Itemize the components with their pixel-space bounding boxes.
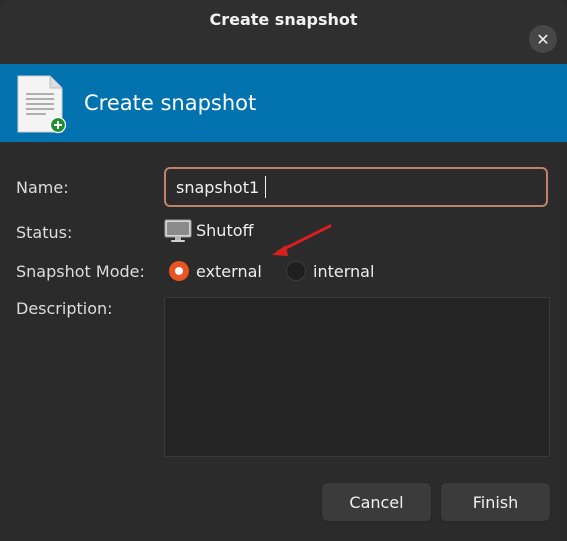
status-label: Status: — [16, 223, 73, 242]
mode-external-label[interactable]: external — [196, 262, 262, 281]
description-textarea[interactable] — [164, 297, 550, 457]
status-value: Shutoff — [196, 221, 254, 240]
snapshot-mode-label: Snapshot Mode: — [16, 262, 145, 281]
name-field[interactable] — [164, 167, 548, 207]
banner-title: Create snapshot — [84, 91, 257, 115]
dialog-content: Name: Status: Shutoff Snapshot Mode: ext… — [0, 142, 567, 541]
finish-button[interactable]: Finish — [440, 482, 551, 522]
monitor-icon — [164, 219, 192, 242]
mode-internal-label[interactable]: internal — [313, 262, 374, 281]
window-title: Create snapshot — [209, 10, 358, 29]
description-label: Description: — [16, 299, 113, 318]
cancel-button[interactable]: Cancel — [321, 482, 432, 522]
annotation-arrow-icon — [272, 224, 332, 256]
close-icon: ✕ — [536, 29, 550, 49]
title-bar: Create snapshot ✕ — [0, 0, 567, 64]
mode-internal-radio[interactable] — [286, 261, 306, 281]
name-label: Name: — [16, 178, 69, 197]
header-banner: Create snapshot — [0, 64, 567, 142]
close-button[interactable]: ✕ — [529, 25, 557, 53]
mode-external-radio[interactable] — [169, 261, 189, 281]
create-snapshot-dialog: Create snapshot ✕ Create snapshot Name: … — [0, 0, 567, 541]
text-caret — [265, 176, 266, 198]
document-add-icon — [17, 75, 66, 134]
